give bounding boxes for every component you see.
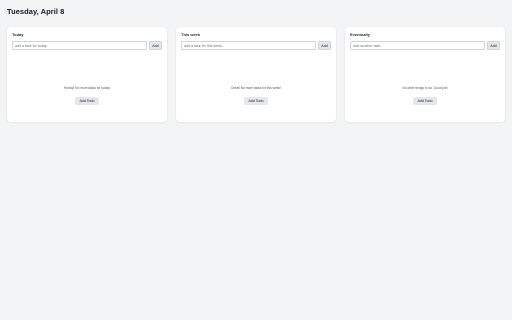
column-today: Today Add Hurray! No more tasks for toda… [7,27,167,122]
add-button[interactable]: Add [318,41,331,50]
add-todo-button[interactable]: Add Todo [244,97,268,105]
add-task-row: Add [350,41,500,50]
todo-columns: Today Add Hurray! No more tasks for toda… [7,27,505,122]
column-title: Today [12,32,24,37]
column-title: This week [181,32,201,37]
add-task-row: Add [12,41,162,50]
page-title: Tuesday, April 8 [7,7,65,16]
task-input[interactable] [181,41,316,50]
todo-page: Tuesday, April 8 Today Add Hurray! No mo… [0,0,512,320]
add-task-row: Add [181,41,331,50]
empty-message: Hurray! No more tasks for today! [63,86,111,90]
task-input[interactable] [350,41,485,50]
add-todo-button[interactable]: Add Todo [75,97,99,105]
column-eventually: Eventually Add No other things to do. Go… [345,27,505,122]
column-this-week: This week Add Great! No more tasks for t… [176,27,336,122]
column-title: Eventually [350,32,371,37]
add-button[interactable]: Add [487,41,500,50]
empty-message: Great! No more tasks for this week! [231,86,281,90]
add-button[interactable]: Add [149,41,162,50]
empty-message: No other things to do. Good job! [402,86,448,90]
task-input[interactable] [12,41,147,50]
add-todo-button[interactable]: Add Todo [413,97,437,105]
